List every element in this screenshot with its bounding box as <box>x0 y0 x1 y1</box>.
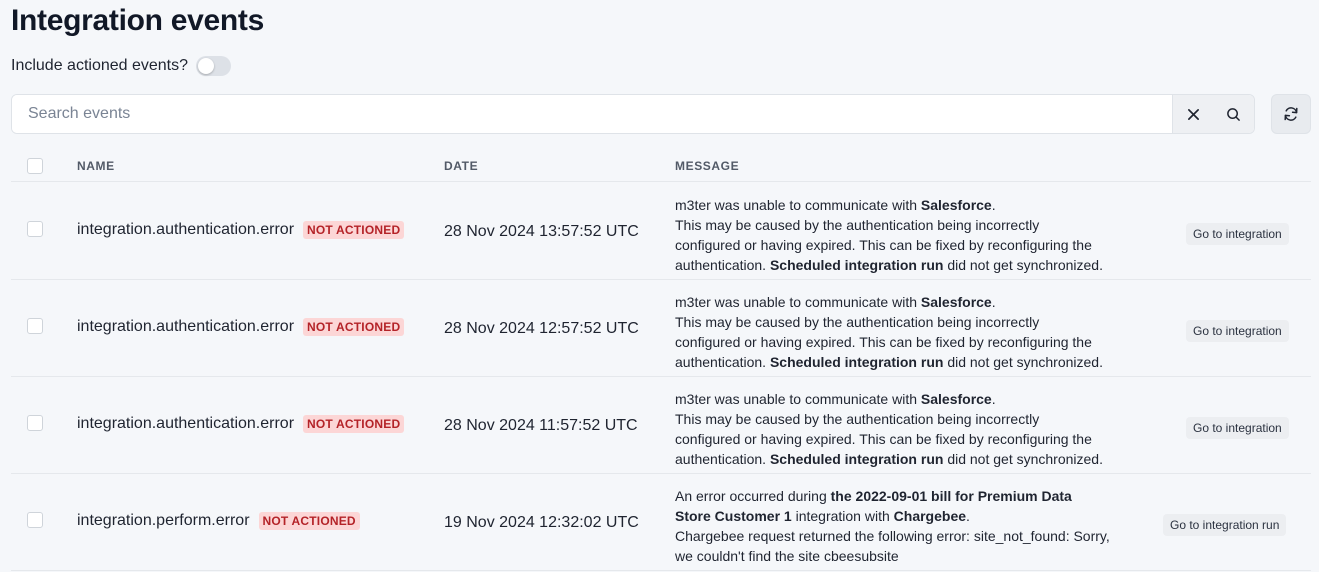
status-badge: NOT ACTIONED <box>258 512 360 530</box>
table-header: NAME DATE MESSAGE <box>11 150 1311 182</box>
event-date: 28 Nov 2024 11:57:52 UTC <box>444 417 638 434</box>
include-actioned-label: Include actioned events? <box>11 57 189 74</box>
search-bar <box>11 94 1255 134</box>
status-badge: NOT ACTIONED <box>303 318 405 336</box>
event-message: An error occurred during the 2022-09-01 … <box>675 488 1110 564</box>
go-to-integration-run-button[interactable]: Go to integration run <box>1163 514 1287 536</box>
select-all-checkbox[interactable] <box>27 158 43 174</box>
refresh-button[interactable] <box>1271 94 1311 134</box>
include-actioned-toggle[interactable] <box>196 56 232 76</box>
table-row: integration.authentication.error NOT ACT… <box>11 377 1311 474</box>
table-row: integration.authentication.error NOT ACT… <box>11 280 1311 377</box>
search-input[interactable] <box>12 95 1172 133</box>
row-checkbox[interactable] <box>27 415 43 431</box>
event-name: integration.authentication.error <box>77 318 295 335</box>
search-button[interactable] <box>1214 95 1255 133</box>
table-row: integration.perform.error NOT ACTIONED 1… <box>11 474 1311 571</box>
status-badge: NOT ACTIONED <box>303 221 405 239</box>
toggle-knob <box>198 58 215 74</box>
event-name-cell: integration.perform.error NOT ACTIONED <box>77 512 360 530</box>
event-date: 28 Nov 2024 13:57:52 UTC <box>444 223 639 240</box>
go-to-integration-button[interactable]: Go to integration <box>1186 417 1289 439</box>
event-message: m3ter was unable to communicate with Sal… <box>675 197 1103 273</box>
close-icon <box>1187 108 1199 120</box>
go-to-integration-button[interactable]: Go to integration <box>1186 223 1289 245</box>
search-icon <box>1227 107 1241 121</box>
event-date: 28 Nov 2024 12:57:52 UTC <box>444 320 639 337</box>
column-header-date: DATE <box>444 159 479 173</box>
event-name-cell: integration.authentication.error NOT ACT… <box>77 415 405 433</box>
status-badge: NOT ACTIONED <box>303 415 405 433</box>
event-name-cell: integration.authentication.error NOT ACT… <box>77 221 405 239</box>
table-row: integration.authentication.error NOT ACT… <box>11 183 1311 280</box>
page-title: Integration events <box>11 4 264 37</box>
event-name: integration.authentication.error <box>77 221 295 238</box>
include-actioned-row: Include actioned events? <box>11 56 232 76</box>
event-name: integration.perform.error <box>77 512 250 529</box>
column-header-message: MESSAGE <box>675 159 740 173</box>
row-checkbox[interactable] <box>27 512 43 528</box>
event-message: m3ter was unable to communicate with Sal… <box>675 294 1103 370</box>
column-header-name: NAME <box>77 159 115 173</box>
event-message: m3ter was unable to communicate with Sal… <box>675 391 1103 467</box>
event-name-cell: integration.authentication.error NOT ACT… <box>77 318 405 336</box>
event-name: integration.authentication.error <box>77 415 295 432</box>
event-date: 19 Nov 2024 12:32:02 UTC <box>444 514 639 531</box>
row-checkbox[interactable] <box>27 221 43 237</box>
search-actions <box>1172 95 1254 133</box>
clear-search-button[interactable] <box>1173 95 1214 133</box>
go-to-integration-button[interactable]: Go to integration <box>1186 320 1289 342</box>
row-checkbox[interactable] <box>27 318 43 334</box>
refresh-icon <box>1284 107 1298 121</box>
